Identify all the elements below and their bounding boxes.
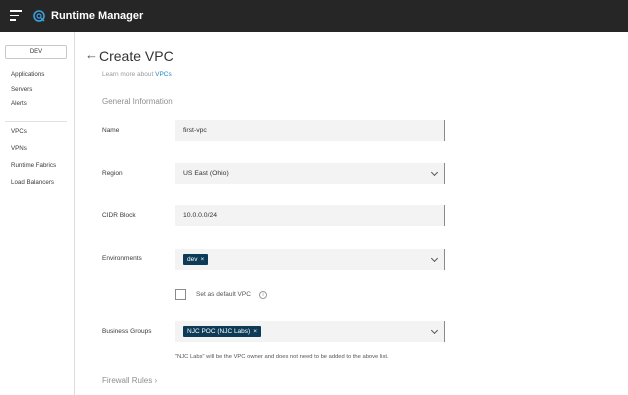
learn-more-vpcs-link[interactable]: VPCs: [155, 71, 172, 78]
chevron-down-icon[interactable]: [430, 254, 439, 263]
info-icon[interactable]: i: [259, 291, 267, 299]
business-groups-select[interactable]: NJC POC (NJC Labs) ×: [175, 321, 445, 342]
chevron-right-icon: ›: [154, 376, 158, 385]
region-label: Region: [102, 170, 123, 177]
chevron-down-icon[interactable]: [430, 326, 439, 335]
runtime-manager-logo-icon: [33, 10, 45, 22]
page-title: Create VPC: [99, 48, 174, 64]
environment-switcher-button[interactable]: DEV: [5, 45, 67, 59]
section-firewall-rules[interactable]: Firewall Rules ›: [102, 376, 157, 386]
sidebar-item-vpns[interactable]: VPNs: [11, 145, 27, 153]
region-select[interactable]: US East (Ohio): [175, 163, 445, 184]
environments-select[interactable]: dev ×: [175, 249, 445, 270]
sidebar-item-vpcs[interactable]: VPCs: [11, 128, 27, 136]
environments-label: Environments: [102, 255, 142, 262]
back-arrow-icon[interactable]: ←: [85, 48, 98, 62]
chevron-down-icon[interactable]: [430, 168, 439, 177]
cidr-block-label: CIDR Block: [102, 212, 136, 219]
business-groups-hint: "NJC Labs" will be the VPC owner and doe…: [175, 354, 389, 360]
learn-more-prefix: Learn more about: [102, 71, 156, 78]
hamburger-menu-icon[interactable]: [10, 10, 22, 21]
remove-tag-icon[interactable]: ×: [253, 328, 257, 335]
sidebar-item-load-balancers[interactable]: Load Balancers: [11, 179, 54, 187]
remove-tag-icon[interactable]: ×: [200, 256, 204, 263]
sidebar-divider: [5, 121, 67, 122]
app-title: Runtime Manager: [51, 10, 144, 22]
learn-more-text: Learn more about VPCs: [102, 71, 172, 79]
sidebar-item-servers[interactable]: Servers: [11, 86, 32, 94]
cidr-block-input[interactable]: 10.0.0.0/24: [175, 205, 445, 226]
sidebar-item-alerts[interactable]: Alerts: [11, 100, 27, 108]
section-general-information: General Information: [102, 97, 173, 106]
environment-tag-dev: dev ×: [183, 254, 209, 265]
name-input[interactable]: first-vpc: [175, 120, 445, 141]
environment-tag-label: dev: [187, 256, 198, 263]
top-bar: Runtime Manager: [0, 0, 628, 32]
business-group-tag-label: NJC POC (NJC Labs): [187, 328, 251, 335]
default-vpc-checkbox[interactable]: [175, 289, 186, 300]
default-vpc-label: Set as default VPC: [196, 291, 251, 298]
main-content: ← Create VPC Learn more about VPCs Gener…: [76, 32, 628, 395]
business-groups-label: Business Groups: [102, 328, 152, 335]
sidebar-item-applications[interactable]: Applications: [11, 71, 44, 79]
firewall-rules-label: Firewall Rules: [102, 376, 153, 385]
sidebar-item-runtime-fabrics[interactable]: Runtime Fabrics: [11, 162, 56, 170]
name-label: Name: [102, 127, 120, 134]
region-value: US East (Ohio): [183, 170, 229, 177]
business-group-tag: NJC POC (NJC Labs) ×: [183, 326, 262, 337]
sidebar: DEV Applications Servers Alerts VPCs VPN…: [0, 32, 75, 395]
